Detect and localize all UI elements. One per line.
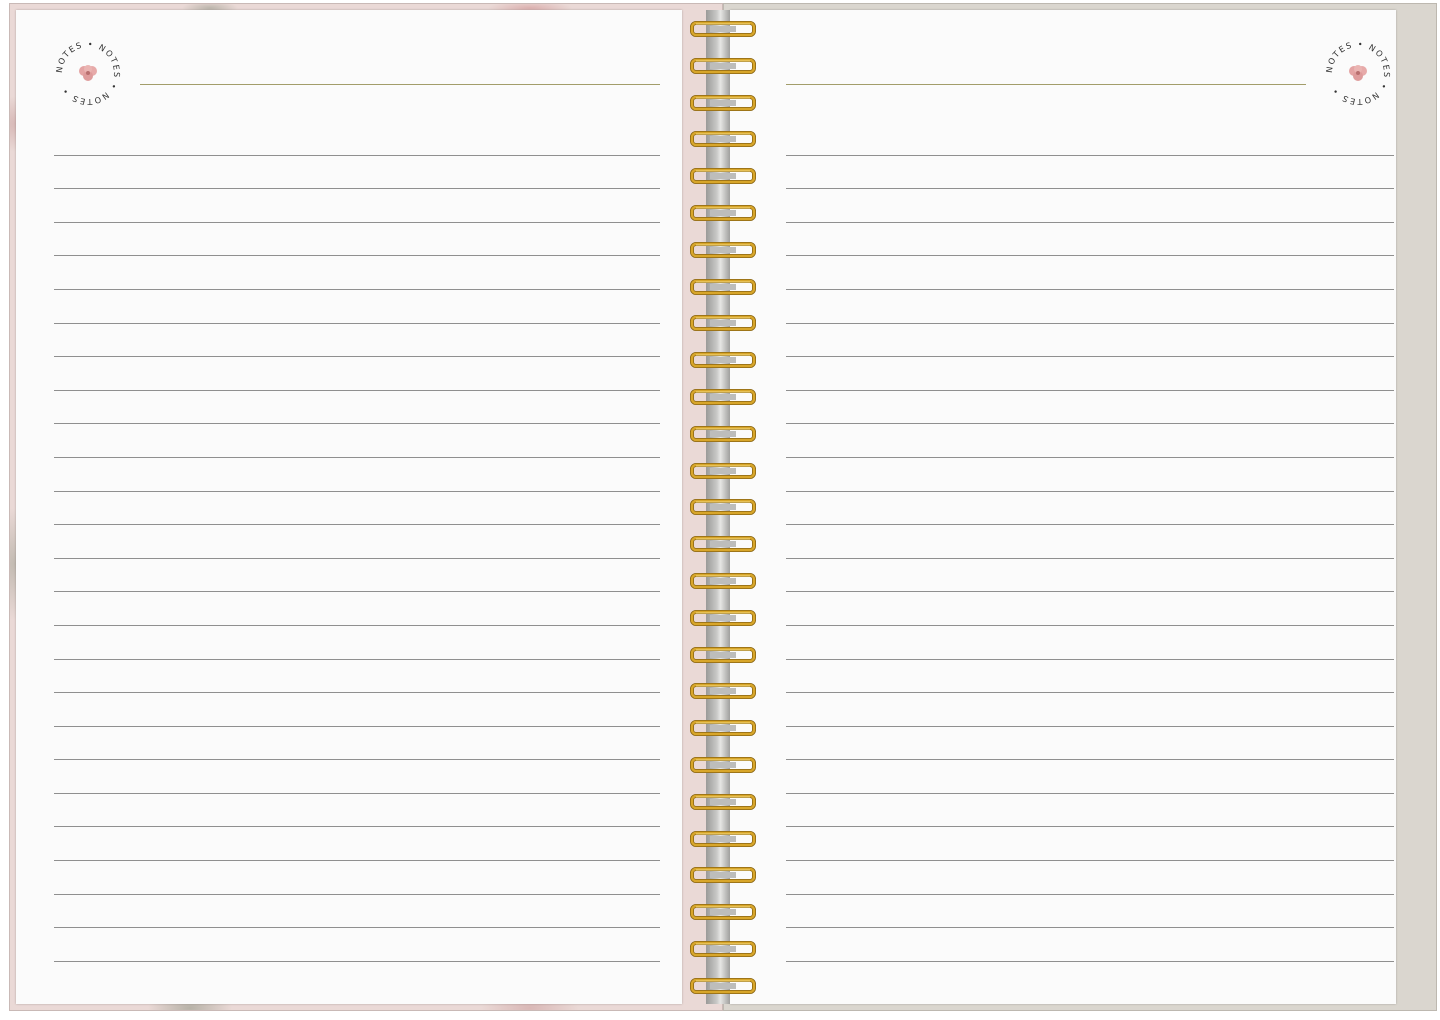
ruled-line [54, 122, 660, 156]
ruled-line [786, 794, 1394, 828]
ruled-line [54, 223, 660, 257]
notes-badge-icon: NOTES • NOTES • NOTES • [1322, 37, 1394, 109]
ruled-line [54, 895, 660, 929]
ruled-line [786, 492, 1394, 526]
spiral-ring-icon [690, 204, 756, 222]
spiral-ring-icon [690, 314, 756, 332]
spiral-ring-icon [690, 20, 756, 38]
ruled-line [54, 324, 660, 358]
ruled-line [54, 156, 660, 190]
notes-badge-icon: NOTES • NOTES • NOTES • [52, 37, 124, 109]
ruled-line [54, 492, 660, 526]
spiral-ring-icon [690, 719, 756, 737]
ruled-line [54, 256, 660, 290]
spiral-ring-icon [690, 278, 756, 296]
ruled-line [54, 424, 660, 458]
ruled-line [54, 760, 660, 794]
ruled-line [54, 357, 660, 391]
ruled-line [54, 861, 660, 895]
ruled-line [54, 525, 660, 559]
ruled-line [54, 626, 660, 660]
spiral-binding [690, 20, 758, 1000]
ruled-line [786, 827, 1394, 862]
spiral-ring-icon [690, 351, 756, 369]
spiral-ring-icon [690, 130, 756, 148]
ruled-line [786, 156, 1394, 190]
ruled-line [786, 559, 1394, 593]
spiral-ring-icon [690, 646, 756, 664]
ruled-line [786, 861, 1394, 895]
spiral-ring-icon [690, 462, 756, 480]
spiral-ring-icon [690, 167, 756, 185]
ruled-line [786, 122, 1394, 156]
ruled-line [786, 256, 1394, 290]
ruled-line [54, 928, 660, 962]
spiral-ring-icon [690, 609, 756, 627]
ruled-line [54, 727, 660, 761]
spiral-ring-icon [690, 425, 756, 443]
spiral-ring-icon [690, 498, 756, 516]
ruled-lines[interactable] [54, 122, 660, 962]
ruled-line [54, 458, 660, 492]
flower-icon [1349, 65, 1367, 81]
ruled-line [786, 525, 1394, 559]
ruled-line [786, 223, 1394, 257]
ruled-line [54, 693, 660, 727]
spiral-ring-icon [690, 903, 756, 921]
notes-page-left[interactable]: NOTES • NOTES • NOTES • [16, 10, 682, 1004]
spiral-ring-icon [690, 94, 756, 112]
ruled-line [54, 592, 660, 626]
ruled-line [786, 727, 1394, 761]
ruled-line [786, 189, 1394, 223]
ruled-line [54, 391, 660, 425]
ruled-line [786, 290, 1394, 324]
spiral-ring-icon [690, 535, 756, 553]
spiral-ring-icon [690, 866, 756, 884]
spiral-ring-icon [690, 977, 756, 995]
title-line[interactable] [140, 84, 660, 85]
title-line[interactable] [786, 84, 1306, 85]
notes-page-right[interactable]: NOTES • NOTES • NOTES • [730, 10, 1396, 1004]
ruled-lines[interactable] [786, 122, 1394, 962]
ruled-line [54, 794, 660, 828]
ruled-line [786, 760, 1394, 794]
spiral-ring-icon [690, 241, 756, 259]
ruled-line [786, 424, 1394, 458]
spiral-ring-icon [690, 682, 756, 700]
spiral-ring-icon [690, 756, 756, 774]
ruled-line [786, 895, 1394, 929]
spiral-ring-icon [690, 572, 756, 590]
ruled-line [786, 391, 1394, 425]
ruled-line [786, 357, 1394, 391]
ruled-line [786, 928, 1394, 962]
ruled-line [786, 458, 1394, 492]
spiral-ring-icon [690, 793, 756, 811]
ruled-line [54, 189, 660, 223]
ruled-line [786, 660, 1394, 694]
spiral-ring-icon [690, 57, 756, 75]
ruled-line [786, 626, 1394, 660]
spiral-ring-icon [690, 940, 756, 958]
ruled-line [786, 324, 1394, 358]
spiral-ring-icon [690, 388, 756, 406]
ruled-line [54, 827, 660, 862]
ruled-line [786, 592, 1394, 626]
ruled-line [54, 559, 660, 593]
spiral-ring-icon [690, 830, 756, 848]
ruled-line [54, 660, 660, 694]
ruled-line [54, 290, 660, 324]
flower-icon [79, 65, 97, 81]
ruled-line [786, 693, 1394, 727]
